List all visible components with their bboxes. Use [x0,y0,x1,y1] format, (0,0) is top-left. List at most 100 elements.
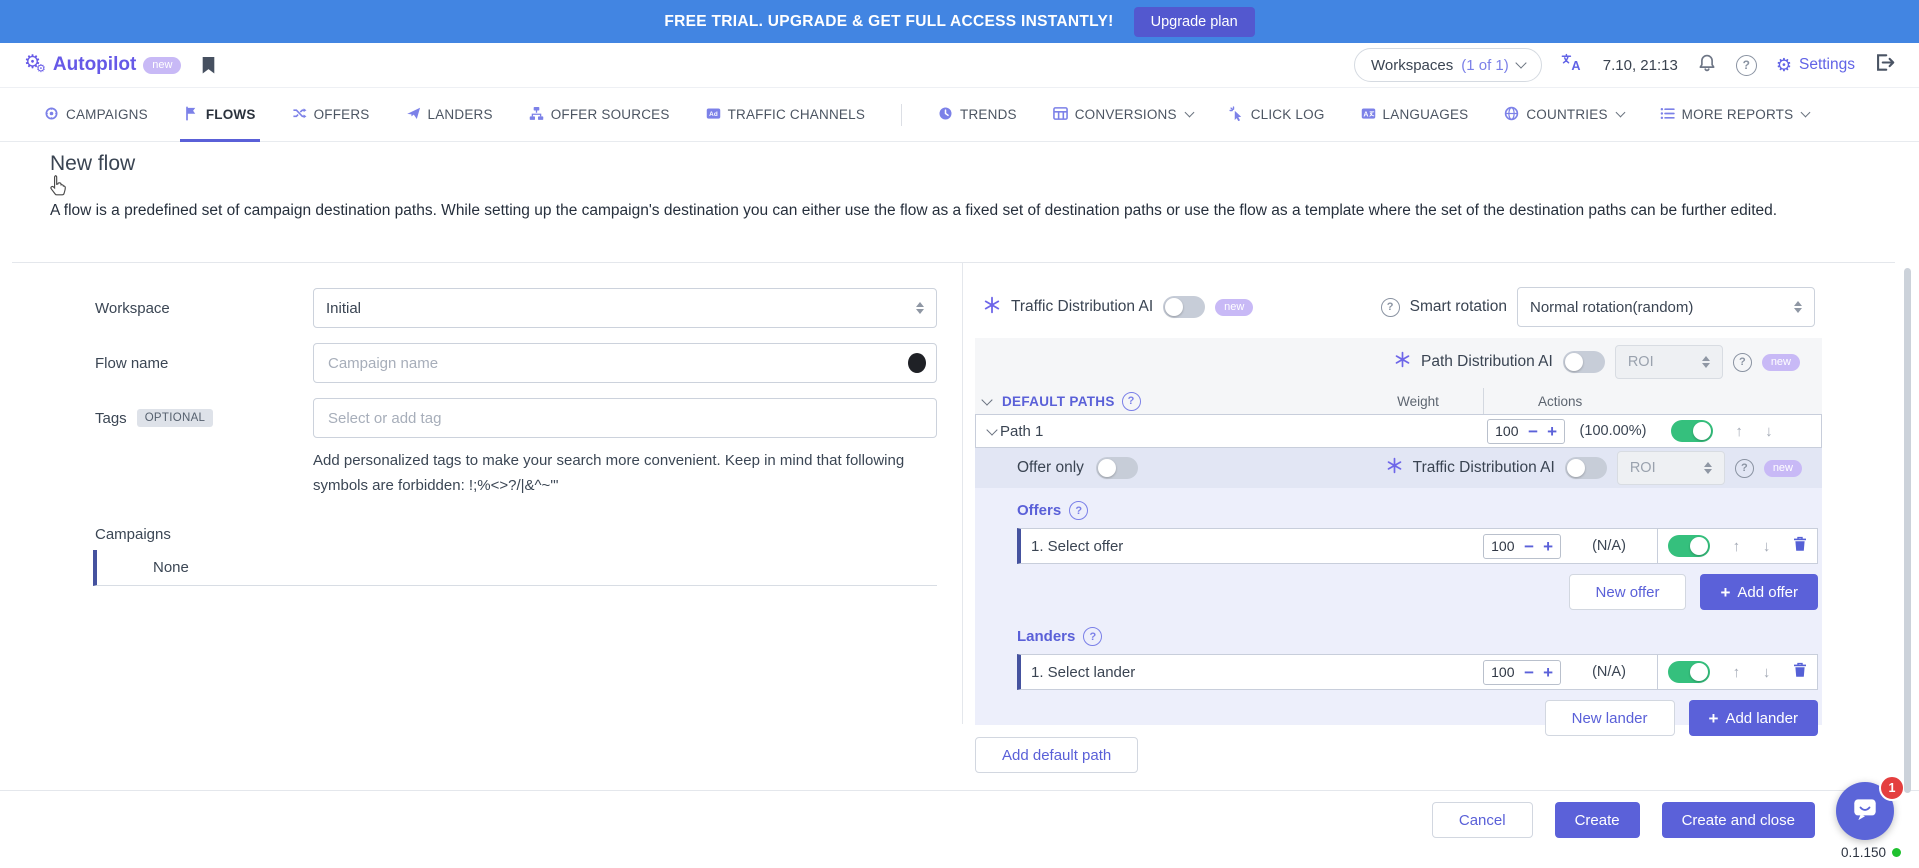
path-row[interactable]: Path 1 100 − + (100.00%) ↑ ↓ [975,414,1822,448]
tab-conversions[interactable]: CONVERSIONS [1053,88,1193,142]
delete-offer-icon[interactable] [1793,536,1807,557]
offer-ai-toggle[interactable] [1565,457,1607,479]
tags-input[interactable] [313,398,937,438]
new-lander-button[interactable]: New lander [1545,700,1675,736]
move-down-icon[interactable]: ↓ [1765,423,1773,440]
page-description: A flow is a predefined set of campaign d… [50,198,1865,224]
workspace-select-value: Initial [326,300,361,317]
create-and-close-button[interactable]: Create and close [1662,802,1815,838]
tab-trends[interactable]: TRENDS [938,88,1017,142]
path-ai-label: Path Distribution AI [1421,353,1553,371]
path-enabled-toggle[interactable] [1671,420,1713,442]
default-paths-help-icon[interactable]: ? [1122,392,1141,411]
lander-weight-value[interactable]: 100 [1491,664,1515,680]
add-offer-button[interactable]: + Add offer [1700,574,1818,610]
countries-globe-icon [1504,106,1519,124]
tab-countries[interactable]: COUNTRIES [1504,88,1623,142]
flow-color-dot[interactable] [908,353,926,373]
tab-flows[interactable]: FLOWS [184,88,256,142]
offer-weight-value[interactable]: 100 [1491,538,1515,554]
tab-more-reports[interactable]: MORE REPORTS [1660,88,1810,142]
settings-link[interactable]: ⚙ Settings [1776,56,1855,74]
lander-name[interactable]: 1. Select lander [1031,664,1135,681]
trial-banner-text: FREE TRIAL. UPGRADE & GET FULL ACCESS IN… [664,13,1113,31]
add-lander-button[interactable]: + Add lander [1689,700,1819,736]
offer-enabled-toggle[interactable] [1668,535,1710,557]
tab-label: COUNTRIES [1526,107,1607,122]
offer-row[interactable]: 1. Select offer 100 − + (N/A) ↑ ↓ [1017,528,1818,564]
tab-offer-sources[interactable]: OFFER SOURCES [529,88,670,142]
plus-icon[interactable]: + [1543,664,1553,681]
move-up-icon[interactable]: ↑ [1735,423,1743,440]
offer-weight-stepper[interactable]: 100 − + [1483,534,1561,559]
smart-rotation-help-icon[interactable]: ? [1381,298,1400,317]
path-weight-value[interactable]: 100 [1495,423,1519,439]
plus-icon[interactable]: + [1543,538,1553,555]
plus-icon: + [1709,710,1719,727]
lander-row[interactable]: 1. Select lander 100 − + (N/A) ↑ ↓ [1017,654,1818,690]
offers-help-icon[interactable]: ? [1069,501,1088,520]
offer-ai-help-icon[interactable]: ? [1735,459,1754,478]
nav-divider [901,104,902,126]
move-up-icon[interactable]: ↑ [1733,664,1741,681]
tab-click-log[interactable]: CLICK LOG [1229,88,1325,142]
move-down-icon[interactable]: ↓ [1763,538,1771,555]
chevron-down-icon [1184,108,1194,118]
path-ai-metric-value: ROI [1628,354,1654,370]
gear-icon: ⚙ [1776,56,1792,74]
workspaces-selector[interactable]: Workspaces (1 of 1) [1354,48,1542,82]
workspace-select[interactable]: Initial [313,288,937,328]
tab-languages[interactable]: A LANGUAGES [1361,88,1469,142]
delete-lander-icon[interactable] [1793,662,1807,683]
new-offer-button[interactable]: New offer [1569,574,1687,610]
offer-only-toggle[interactable] [1096,457,1138,479]
offer-name[interactable]: 1. Select offer [1031,538,1123,555]
new-flow-page: FREE TRIAL. UPGRADE & GET FULL ACCESS IN… [0,0,1919,868]
cancel-button[interactable]: Cancel [1432,802,1533,838]
tab-campaigns[interactable]: CAMPAIGNS [44,88,148,142]
move-down-icon[interactable]: ↓ [1763,664,1771,681]
help-icon[interactable]: ? [1736,55,1757,76]
offer-actions-cell: ↑ ↓ [1657,529,1817,563]
path-weight-stepper[interactable]: 100 − + [1487,419,1565,444]
lander-weight-stepper[interactable]: 100 − + [1483,660,1561,685]
add-lander-label: Add lander [1725,710,1798,727]
tab-landers[interactable]: LANDERS [406,88,493,142]
landers-help-icon[interactable]: ? [1083,627,1102,646]
add-offer-label: Add offer [1737,584,1798,601]
footer-actions: Cancel Create Create and close [1432,802,1815,838]
create-button[interactable]: Create [1555,802,1640,838]
add-default-path-button[interactable]: Add default path [975,737,1138,773]
lander-actions-cell: ↑ ↓ [1657,655,1817,689]
bookmark-icon[interactable] [201,56,216,75]
plus-icon: + [1720,584,1730,601]
offer-sources-sitemap-icon [529,106,544,124]
minus-icon[interactable]: − [1524,538,1534,555]
tab-offers[interactable]: OFFERS [292,88,370,142]
traffic-ai-toggle[interactable] [1163,296,1205,318]
brand-autopilot[interactable]: Autopilot [53,54,136,76]
move-up-icon[interactable]: ↑ [1733,538,1741,555]
brand-new-badge: new [143,57,181,74]
path-ai-toggle[interactable] [1563,351,1605,373]
tab-traffic-channels[interactable]: Ad TRAFFIC CHANNELS [706,88,865,142]
flow-name-input[interactable] [313,343,937,383]
plus-icon[interactable]: + [1547,423,1557,440]
status-dot [1892,848,1901,857]
upgrade-plan-button[interactable]: Upgrade plan [1134,7,1255,37]
tab-label: TRAFFIC CHANNELS [728,107,865,122]
tab-label: FLOWS [206,107,256,122]
lander-enabled-toggle[interactable] [1668,661,1710,683]
smart-rotation-select[interactable]: Normal rotation(random) [1517,287,1815,327]
translate-icon[interactable]: A [1561,53,1584,77]
minus-icon[interactable]: − [1528,423,1538,440]
minus-icon[interactable]: − [1524,664,1534,681]
tab-label: MORE REPORTS [1682,107,1794,122]
logout-icon[interactable] [1874,53,1895,77]
notifications-bell-icon[interactable] [1697,53,1717,78]
path-ai-help-icon[interactable]: ? [1733,353,1752,372]
vertical-scrollbar[interactable] [1904,268,1911,793]
path-actions-cell: ↑ ↓ [1661,415,1821,447]
ai-distribution-icon [983,296,1001,319]
default-paths-toggle[interactable]: DEFAULT PATHS ? [975,392,1141,411]
